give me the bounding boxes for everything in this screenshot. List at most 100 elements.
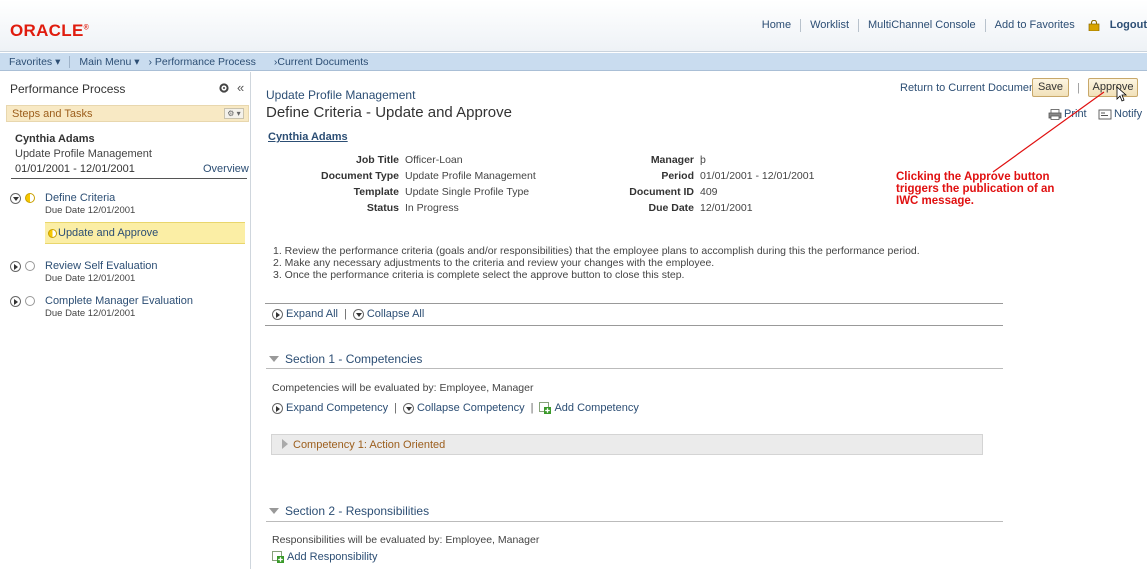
step-due-date: Due Date 12/01/2001 — [45, 273, 136, 284]
add-responsibility-link[interactable]: Add Responsibility — [287, 551, 378, 563]
gear-icon[interactable] — [219, 83, 229, 93]
competency-1-title[interactable]: Competency 1: Action Oriented — [293, 439, 445, 451]
responsibilities-evaluated-by: Responsibilities will be evaluated by: E… — [272, 534, 540, 546]
notify-icon — [1098, 109, 1112, 119]
step-label[interactable]: Define Criteria — [45, 192, 115, 204]
return-to-current-documents-link[interactable]: Return to Current Documents — [900, 82, 1044, 94]
section-divider — [266, 368, 1003, 369]
section-2-header[interactable]: Section 2 - Responsibilities — [269, 504, 429, 518]
section-divider — [266, 521, 1003, 522]
due-date-value: 12/01/2001 — [700, 202, 753, 214]
save-button[interactable]: Save — [1032, 78, 1069, 97]
add-icon[interactable] — [539, 402, 552, 414]
instruction-item: 1. Review the performance criteria (goal… — [273, 245, 920, 257]
instruction-item: 2. Make any necessary adjustments to the… — [273, 257, 715, 269]
period-dates: 01/01/2001 - 12/01/2001 — [15, 163, 135, 175]
in-progress-status-icon — [25, 193, 35, 203]
document-type-value: Update Profile Management — [405, 170, 536, 182]
separator: | — [343, 308, 347, 320]
collapse-panel-icon[interactable]: « — [237, 80, 244, 95]
not-started-status-icon — [25, 296, 35, 306]
job-title-label: Job Title — [356, 154, 399, 166]
expand-competency-icon[interactable] — [272, 402, 283, 414]
collapse-all-icon[interactable] — [352, 308, 364, 320]
substep-update-and-approve[interactable]: Update and Approve — [45, 222, 245, 244]
divider — [11, 178, 247, 179]
collapse-step-icon[interactable] — [10, 193, 21, 204]
annotation-line-2: triggers the publication of an — [896, 183, 1055, 195]
separator: | — [530, 402, 534, 414]
divider — [265, 303, 1003, 304]
expand-step-icon[interactable] — [10, 261, 21, 272]
page-title: Define Criteria - Update and Approve — [266, 104, 512, 121]
collapse-competency-icon[interactable] — [402, 402, 414, 414]
steps-options-button[interactable]: ⚙ ▾ — [224, 108, 244, 119]
home-link[interactable]: Home — [753, 19, 800, 32]
notify-label[interactable]: Notify — [1114, 108, 1142, 120]
template-label: Template — [353, 186, 399, 198]
in-progress-status-icon — [48, 229, 57, 238]
separator: | — [394, 402, 397, 414]
section-1-title[interactable]: Section 1 - Competencies — [285, 352, 422, 366]
step-label[interactable]: Complete Manager Evaluation — [45, 295, 193, 307]
breadcrumb-current-documents[interactable]: ›Current Documents — [265, 53, 378, 71]
favorites-menu[interactable]: Favorites ▾ — [0, 53, 69, 71]
due-date-label: Due Date — [648, 202, 694, 214]
section-1-header[interactable]: Section 1 - Competencies — [269, 352, 422, 366]
nav-bar: Favorites ▾ Main Menu ▾ › Performance Pr… — [0, 53, 1147, 71]
panel-title: Performance Process — [10, 82, 126, 96]
divider — [265, 325, 1003, 326]
logout-link[interactable]: Logout — [1106, 19, 1147, 32]
add-to-favorites-link[interactable]: Add to Favorites — [984, 19, 1084, 32]
document-id-label: Document ID — [629, 186, 694, 198]
annotation-callout: Clicking the Approve button triggers the… — [896, 171, 1076, 207]
printer-icon — [1048, 108, 1062, 120]
mouse-cursor-icon — [1116, 86, 1128, 102]
instruction-item: 3. Once the performance criteria is comp… — [273, 269, 685, 281]
top-links: Home Worklist MultiChannel Console Add t… — [753, 19, 1147, 32]
collapse-section-icon[interactable] — [269, 356, 279, 362]
main-menu[interactable]: Main Menu ▾ — [70, 53, 148, 71]
print-label[interactable]: Print — [1064, 108, 1087, 120]
expand-competency-icon[interactable] — [282, 439, 288, 449]
overview-link[interactable]: Overview — [203, 163, 249, 175]
expand-all-link[interactable]: Expand All — [286, 308, 338, 320]
period-label: Period — [661, 170, 694, 182]
period-value: 01/01/2001 - 12/01/2001 — [700, 170, 815, 182]
collapse-all-link[interactable]: Collapse All — [367, 308, 424, 320]
expand-step-icon[interactable] — [10, 296, 21, 307]
expand-all-icon[interactable] — [272, 308, 283, 320]
substep-label[interactable]: Update and Approve — [58, 227, 158, 239]
print-link[interactable]: Print — [1048, 108, 1087, 120]
approve-button[interactable]: Approve — [1088, 78, 1138, 97]
employee-name-link[interactable]: Cynthia Adams — [268, 131, 348, 143]
competencies-evaluated-by: Competencies will be evaluated by: Emplo… — [272, 382, 534, 394]
document-type-label: Document Type — [321, 170, 399, 182]
step-label[interactable]: Review Self Evaluation — [45, 260, 158, 272]
expand-collapse-all-row: Expand All | Collapse All — [272, 308, 424, 320]
steps-and-tasks-label: Steps and Tasks — [12, 108, 93, 120]
section-2-title[interactable]: Section 2 - Responsibilities — [285, 504, 429, 518]
collapse-section-icon[interactable] — [269, 508, 279, 514]
header-bar: ORACLE® Home Worklist MultiChannel Conso… — [0, 0, 1147, 52]
annotation-line-3: IWC message. — [896, 195, 974, 207]
annotation-arrow-line — [992, 91, 1105, 173]
employee-name: Cynthia Adams — [15, 133, 95, 145]
steps-and-tasks-header: Steps and Tasks ⚙ ▾ — [6, 105, 249, 122]
document-type: Update Profile Management — [15, 148, 152, 160]
lock-icon — [1088, 20, 1100, 31]
multichannel-console-link[interactable]: MultiChannel Console — [858, 19, 985, 32]
breadcrumb-performance-process[interactable]: › Performance Process — [149, 53, 265, 71]
collapse-competency-link[interactable]: Collapse Competency — [417, 402, 525, 414]
add-icon[interactable] — [272, 551, 284, 563]
notify-link[interactable]: Notify — [1098, 108, 1142, 120]
worklist-link[interactable]: Worklist — [800, 19, 858, 32]
left-panel: Performance Process « Steps and Tasks ⚙ … — [0, 72, 251, 569]
expand-competency-link[interactable]: Expand Competency — [286, 402, 388, 414]
competency-1-row[interactable]: Competency 1: Action Oriented — [271, 434, 983, 455]
instructions-list: 1. Review the performance criteria (goal… — [273, 245, 920, 281]
step-due-date: Due Date 12/01/2001 — [45, 308, 136, 319]
add-competency-link[interactable]: Add Competency — [554, 402, 638, 414]
document-id-value: 409 — [700, 186, 718, 198]
add-responsibility-row: Add Responsibility — [272, 551, 378, 563]
